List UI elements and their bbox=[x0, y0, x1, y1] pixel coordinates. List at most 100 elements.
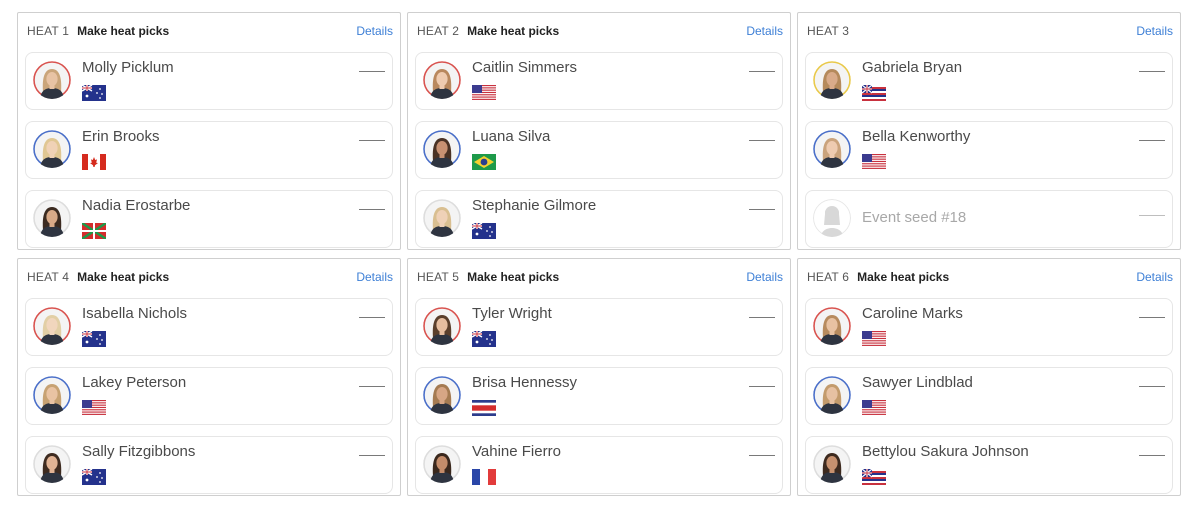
surfer-card[interactable]: Nadia Erostarbe —— bbox=[25, 190, 393, 248]
heat-card-5: HEAT 5 Make heat picks Details Tyler Wrigh… bbox=[407, 258, 791, 496]
surfer-score: —— bbox=[1139, 447, 1165, 462]
flag-icon-aus bbox=[472, 223, 496, 239]
surfer-score: —— bbox=[359, 201, 385, 216]
details-link[interactable]: Details bbox=[746, 270, 783, 284]
surfer-avatar bbox=[813, 445, 851, 483]
heat-header: HEAT 4 Make heat picks Details bbox=[25, 267, 393, 287]
surfer-avatar bbox=[423, 61, 461, 99]
heat-card-1: HEAT 1 Make heat picks Details Molly Pickl… bbox=[17, 12, 401, 250]
heat-label: HEAT 3 bbox=[807, 24, 850, 38]
surfer-avatar bbox=[33, 130, 71, 168]
heat-header: HEAT 3 Details bbox=[805, 21, 1173, 41]
surfer-score: —— bbox=[1139, 207, 1165, 222]
surfer-avatar bbox=[813, 130, 851, 168]
surfer-name: Luana Silva bbox=[472, 128, 551, 145]
flag-icon-usa bbox=[862, 154, 886, 170]
details-link[interactable]: Details bbox=[746, 24, 783, 38]
heat-label: HEAT 5 bbox=[417, 270, 460, 284]
surfer-score: —— bbox=[749, 63, 775, 78]
surfer-card[interactable]: Brisa Hennessy —— bbox=[415, 367, 783, 425]
surfer-avatar bbox=[813, 61, 851, 99]
flag-icon-bra bbox=[472, 154, 496, 170]
surfer-card[interactable]: Tyler Wright —— bbox=[415, 298, 783, 356]
flag-icon-hawaii bbox=[862, 85, 886, 101]
heat-header: HEAT 6 Make heat picks Details bbox=[805, 267, 1173, 287]
heat-card-4: HEAT 4 Make heat picks Details Isabella Ni… bbox=[17, 258, 401, 496]
surfer-score: —— bbox=[749, 447, 775, 462]
heat-label: HEAT 4 bbox=[27, 270, 70, 284]
surfer-name: Caroline Marks bbox=[862, 305, 963, 322]
surfer-name: Sally Fitzgibbons bbox=[82, 443, 196, 460]
surfer-name: Gabriela Bryan bbox=[862, 59, 963, 76]
heat-label: HEAT 1 bbox=[27, 24, 70, 38]
surfer-card[interactable]: Caitlin Simmers —— bbox=[415, 52, 783, 110]
details-link[interactable]: Details bbox=[1136, 24, 1173, 38]
details-link[interactable]: Details bbox=[1136, 270, 1173, 284]
make-heat-picks-label[interactable]: Make heat picks bbox=[857, 270, 949, 284]
surfer-name: Nadia Erostarbe bbox=[82, 197, 191, 214]
surfer-name: Lakey Peterson bbox=[82, 374, 187, 391]
surfer-name: Bettylou Sakura Johnson bbox=[862, 443, 1029, 460]
surfer-name: Bella Kenworthy bbox=[862, 128, 971, 145]
surfer-score: —— bbox=[749, 132, 775, 147]
surfer-avatar bbox=[423, 376, 461, 414]
surfer-score: —— bbox=[359, 63, 385, 78]
flag-icon-fra bbox=[472, 469, 496, 485]
surfer-avatar bbox=[33, 199, 71, 237]
surfer-name: Caitlin Simmers bbox=[472, 59, 578, 76]
flag-icon-aus bbox=[82, 469, 106, 485]
surfer-card[interactable]: Gabriela Bryan —— bbox=[805, 52, 1173, 110]
surfer-avatar bbox=[33, 307, 71, 345]
make-heat-picks-label[interactable]: Make heat picks bbox=[467, 24, 559, 38]
surfer-score: —— bbox=[749, 201, 775, 216]
surfer-card[interactable]: Stephanie Gilmore —— bbox=[415, 190, 783, 248]
surfer-avatar bbox=[813, 307, 851, 345]
surfer-name: Sawyer Lindblad bbox=[862, 374, 973, 391]
heat-header: HEAT 5 Make heat picks Details bbox=[415, 267, 783, 287]
surfer-avatar bbox=[33, 376, 71, 414]
flag-icon-aus bbox=[472, 331, 496, 347]
surfer-card[interactable]: Vahine Fierro —— bbox=[415, 436, 783, 494]
flag-icon-basque bbox=[82, 223, 106, 239]
surfer-avatar bbox=[423, 130, 461, 168]
flag-icon-usa bbox=[82, 400, 106, 416]
surfer-card[interactable]: Sally Fitzgibbons —— bbox=[25, 436, 393, 494]
surfer-avatar bbox=[33, 445, 71, 483]
placeholder-avatar-icon bbox=[813, 199, 851, 237]
surfer-card[interactable]: Isabella Nichols —— bbox=[25, 298, 393, 356]
surfer-card[interactable]: Erin Brooks —— bbox=[25, 121, 393, 179]
surfer-score: —— bbox=[359, 132, 385, 147]
surfer-card[interactable]: Molly Picklum —— bbox=[25, 52, 393, 110]
surfer-score: —— bbox=[1139, 309, 1165, 324]
surfer-score: —— bbox=[1139, 132, 1165, 147]
surfer-card[interactable]: Luana Silva —— bbox=[415, 121, 783, 179]
surfer-card[interactable]: Lakey Peterson —— bbox=[25, 367, 393, 425]
surfer-placeholder-card: Event seed #18 —— bbox=[805, 190, 1173, 248]
heat-label: HEAT 2 bbox=[417, 24, 460, 38]
heat-header: HEAT 1 Make heat picks Details bbox=[25, 21, 393, 41]
surfer-name: Event seed #18 bbox=[862, 209, 967, 226]
surfer-card[interactable]: Bettylou Sakura Johnson —— bbox=[805, 436, 1173, 494]
heat-card-2: HEAT 2 Make heat picks Details Caitlin Sim… bbox=[407, 12, 791, 250]
surfer-name: Vahine Fierro bbox=[472, 443, 561, 460]
surfer-card[interactable]: Caroline Marks —— bbox=[805, 298, 1173, 356]
surfer-name: Isabella Nichols bbox=[82, 305, 188, 322]
make-heat-picks-label[interactable]: Make heat picks bbox=[77, 24, 169, 38]
flag-icon-aus bbox=[82, 331, 106, 347]
details-link[interactable]: Details bbox=[356, 24, 393, 38]
surfer-name: Brisa Hennessy bbox=[472, 374, 578, 391]
flag-icon-aus bbox=[82, 85, 106, 101]
surfer-avatar bbox=[33, 61, 71, 99]
surfer-score: —— bbox=[359, 378, 385, 393]
make-heat-picks-label[interactable]: Make heat picks bbox=[467, 270, 559, 284]
surfer-score: —— bbox=[359, 309, 385, 324]
heats-grid: HEAT 1 Make heat picks Details Molly Pickl… bbox=[17, 12, 1181, 496]
surfer-card[interactable]: Sawyer Lindblad —— bbox=[805, 367, 1173, 425]
surfer-name: Erin Brooks bbox=[82, 128, 160, 145]
make-heat-picks-label[interactable]: Make heat picks bbox=[77, 270, 169, 284]
surfer-card[interactable]: Bella Kenworthy —— bbox=[805, 121, 1173, 179]
surfer-avatar bbox=[423, 307, 461, 345]
surfer-score: —— bbox=[749, 309, 775, 324]
surfer-avatar bbox=[423, 199, 461, 237]
details-link[interactable]: Details bbox=[356, 270, 393, 284]
